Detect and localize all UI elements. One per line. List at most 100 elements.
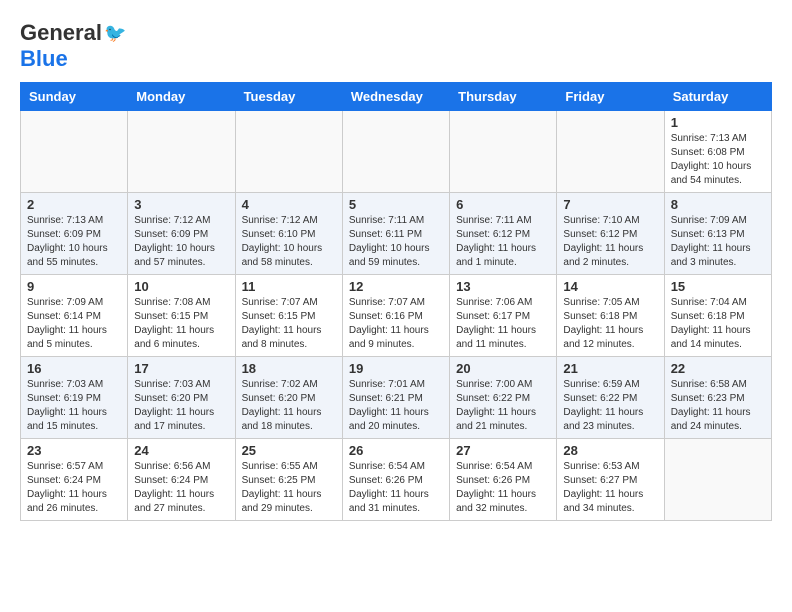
calendar-day-cell xyxy=(21,111,128,193)
calendar-day-cell: 14 Sunrise: 7:05 AM Sunset: 6:18 PM Dayli… xyxy=(557,275,664,357)
day-number: 19 xyxy=(349,361,443,376)
day-info: Sunrise: 7:04 AM Sunset: 6:18 PM Dayligh… xyxy=(671,296,765,352)
calendar-header-tuesday: Tuesday xyxy=(235,83,342,111)
calendar-header-friday: Friday xyxy=(557,83,664,111)
calendar-day-cell: 8 Sunrise: 7:09 AM Sunset: 6:13 PM Daylig… xyxy=(664,193,771,275)
day-number: 25 xyxy=(242,443,336,458)
calendar-day-cell: 1 Sunrise: 7:13 AM Sunset: 6:08 PM Daylig… xyxy=(664,111,771,193)
calendar-header-sunday: Sunday xyxy=(21,83,128,111)
day-info: Sunrise: 6:54 AM Sunset: 6:26 PM Dayligh… xyxy=(456,460,550,516)
day-number: 3 xyxy=(134,197,228,212)
day-info: Sunrise: 7:06 AM Sunset: 6:17 PM Dayligh… xyxy=(456,296,550,352)
calendar-day-cell: 20 Sunrise: 7:00 AM Sunset: 6:22 PM Dayli… xyxy=(450,357,557,439)
calendar-header-saturday: Saturday xyxy=(664,83,771,111)
day-number: 10 xyxy=(134,279,228,294)
day-info: Sunrise: 6:53 AM Sunset: 6:27 PM Dayligh… xyxy=(563,460,657,516)
day-info: Sunrise: 7:13 AM Sunset: 6:08 PM Dayligh… xyxy=(671,132,765,188)
day-info: Sunrise: 7:09 AM Sunset: 6:14 PM Dayligh… xyxy=(27,296,121,352)
day-info: Sunrise: 6:59 AM Sunset: 6:22 PM Dayligh… xyxy=(563,378,657,434)
logo-bird-icon: 🐦 xyxy=(104,23,126,44)
day-number: 7 xyxy=(563,197,657,212)
calendar-day-cell xyxy=(128,111,235,193)
day-info: Sunrise: 7:03 AM Sunset: 6:20 PM Dayligh… xyxy=(134,378,228,434)
day-info: Sunrise: 7:05 AM Sunset: 6:18 PM Dayligh… xyxy=(563,296,657,352)
calendar-day-cell: 22Sunrise: 6:58 AM Sunset: 6:23 PM Dayli… xyxy=(664,357,771,439)
calendar-week-row: 2 Sunrise: 7:13 AM Sunset: 6:09 PM Daylig… xyxy=(21,193,772,275)
calendar-day-cell: 15 Sunrise: 7:04 AM Sunset: 6:18 PM Dayli… xyxy=(664,275,771,357)
calendar-day-cell: 10 Sunrise: 7:08 AM Sunset: 6:15 PM Dayli… xyxy=(128,275,235,357)
calendar-day-cell xyxy=(342,111,449,193)
calendar-day-cell: 11 Sunrise: 7:07 AM Sunset: 6:15 PM Dayli… xyxy=(235,275,342,357)
day-number: 20 xyxy=(456,361,550,376)
calendar-header-wednesday: Wednesday xyxy=(342,83,449,111)
calendar-day-cell: 26Sunrise: 6:54 AM Sunset: 6:26 PM Dayli… xyxy=(342,439,449,521)
page-header: General 🐦 Blue xyxy=(20,20,772,72)
calendar-week-row: 23 Sunrise: 6:57 AM Sunset: 6:24 PM Dayli… xyxy=(21,439,772,521)
day-number: 11 xyxy=(242,279,336,294)
day-number: 4 xyxy=(242,197,336,212)
calendar-week-row: 1 Sunrise: 7:13 AM Sunset: 6:08 PM Daylig… xyxy=(21,111,772,193)
day-info: Sunrise: 7:13 AM Sunset: 6:09 PM Dayligh… xyxy=(27,214,121,270)
calendar-day-cell xyxy=(557,111,664,193)
calendar-day-cell xyxy=(450,111,557,193)
day-info: Sunrise: 7:12 AM Sunset: 6:09 PM Dayligh… xyxy=(134,214,228,270)
calendar-day-cell: 6 Sunrise: 7:11 AM Sunset: 6:12 PM Daylig… xyxy=(450,193,557,275)
day-info: Sunrise: 7:07 AM Sunset: 6:16 PM Dayligh… xyxy=(349,296,443,352)
logo-general-text: General xyxy=(20,20,102,46)
calendar-day-cell: 25 Sunrise: 6:55 AM Sunset: 6:25 PM Dayli… xyxy=(235,439,342,521)
calendar-day-cell xyxy=(664,439,771,521)
day-info: Sunrise: 7:08 AM Sunset: 6:15 PM Dayligh… xyxy=(134,296,228,352)
day-info: Sunrise: 7:07 AM Sunset: 6:15 PM Dayligh… xyxy=(242,296,336,352)
day-number: 12 xyxy=(349,279,443,294)
calendar-header-thursday: Thursday xyxy=(450,83,557,111)
day-info: Sunrise: 7:00 AM Sunset: 6:22 PM Dayligh… xyxy=(456,378,550,434)
day-info: Sunrise: 7:01 AM Sunset: 6:21 PM Dayligh… xyxy=(349,378,443,434)
calendar-week-row: 16 Sunrise: 7:03 AM Sunset: 6:19 PM Dayli… xyxy=(21,357,772,439)
day-number: 24 xyxy=(134,443,228,458)
day-info: Sunrise: 7:11 AM Sunset: 6:12 PM Dayligh… xyxy=(456,214,550,270)
day-number: 9 xyxy=(27,279,121,294)
day-number: 8 xyxy=(671,197,765,212)
day-number: 2 xyxy=(27,197,121,212)
day-number: 18 xyxy=(242,361,336,376)
day-number: 13 xyxy=(456,279,550,294)
calendar-table: SundayMondayTuesdayWednesdayThursdayFrid… xyxy=(20,82,772,521)
day-number: 6 xyxy=(456,197,550,212)
day-number: 15 xyxy=(671,279,765,294)
day-number: 17 xyxy=(134,361,228,376)
day-info: Sunrise: 6:57 AM Sunset: 6:24 PM Dayligh… xyxy=(27,460,121,516)
day-number: 28 xyxy=(563,443,657,458)
day-info: Sunrise: 7:03 AM Sunset: 6:19 PM Dayligh… xyxy=(27,378,121,434)
calendar-day-cell: 23 Sunrise: 6:57 AM Sunset: 6:24 PM Dayli… xyxy=(21,439,128,521)
calendar-day-cell: 9 Sunrise: 7:09 AM Sunset: 6:14 PM Daylig… xyxy=(21,275,128,357)
calendar-day-cell: 27 Sunrise: 6:54 AM Sunset: 6:26 PM Dayli… xyxy=(450,439,557,521)
calendar-header-row: SundayMondayTuesdayWednesdayThursdayFrid… xyxy=(21,83,772,111)
logo: General 🐦 Blue xyxy=(20,20,126,72)
day-number: 21 xyxy=(563,361,657,376)
day-info: Sunrise: 7:12 AM Sunset: 6:10 PM Dayligh… xyxy=(242,214,336,270)
logo-blue-text: Blue xyxy=(20,46,68,72)
calendar-header-monday: Monday xyxy=(128,83,235,111)
day-number: 27 xyxy=(456,443,550,458)
day-info: Sunrise: 7:09 AM Sunset: 6:13 PM Dayligh… xyxy=(671,214,765,270)
calendar-day-cell: 5 Sunrise: 7:11 AM Sunset: 6:11 PM Daylig… xyxy=(342,193,449,275)
day-info: Sunrise: 6:55 AM Sunset: 6:25 PM Dayligh… xyxy=(242,460,336,516)
day-number: 14 xyxy=(563,279,657,294)
day-info: Sunrise: 7:02 AM Sunset: 6:20 PM Dayligh… xyxy=(242,378,336,434)
calendar-day-cell: 21 Sunrise: 6:59 AM Sunset: 6:22 PM Dayli… xyxy=(557,357,664,439)
calendar-day-cell: 4 Sunrise: 7:12 AM Sunset: 6:10 PM Daylig… xyxy=(235,193,342,275)
calendar-day-cell: 16 Sunrise: 7:03 AM Sunset: 6:19 PM Dayli… xyxy=(21,357,128,439)
day-info: Sunrise: 6:56 AM Sunset: 6:24 PM Dayligh… xyxy=(134,460,228,516)
calendar-day-cell: 3 Sunrise: 7:12 AM Sunset: 6:09 PM Daylig… xyxy=(128,193,235,275)
day-info: Sunrise: 7:11 AM Sunset: 6:11 PM Dayligh… xyxy=(349,214,443,270)
calendar-day-cell: 19 Sunrise: 7:01 AM Sunset: 6:21 PM Dayli… xyxy=(342,357,449,439)
calendar-day-cell: 2 Sunrise: 7:13 AM Sunset: 6:09 PM Daylig… xyxy=(21,193,128,275)
day-info: Sunrise: 6:58 AM Sunset: 6:23 PM Dayligh… xyxy=(671,378,765,434)
day-number: 16 xyxy=(27,361,121,376)
calendar-day-cell: 28 Sunrise: 6:53 AM Sunset: 6:27 PM Dayli… xyxy=(557,439,664,521)
day-number: 1 xyxy=(671,115,765,130)
day-number: 5 xyxy=(349,197,443,212)
calendar-day-cell: 18 Sunrise: 7:02 AM Sunset: 6:20 PM Dayli… xyxy=(235,357,342,439)
day-number: 26 xyxy=(349,443,443,458)
day-number: 23 xyxy=(27,443,121,458)
